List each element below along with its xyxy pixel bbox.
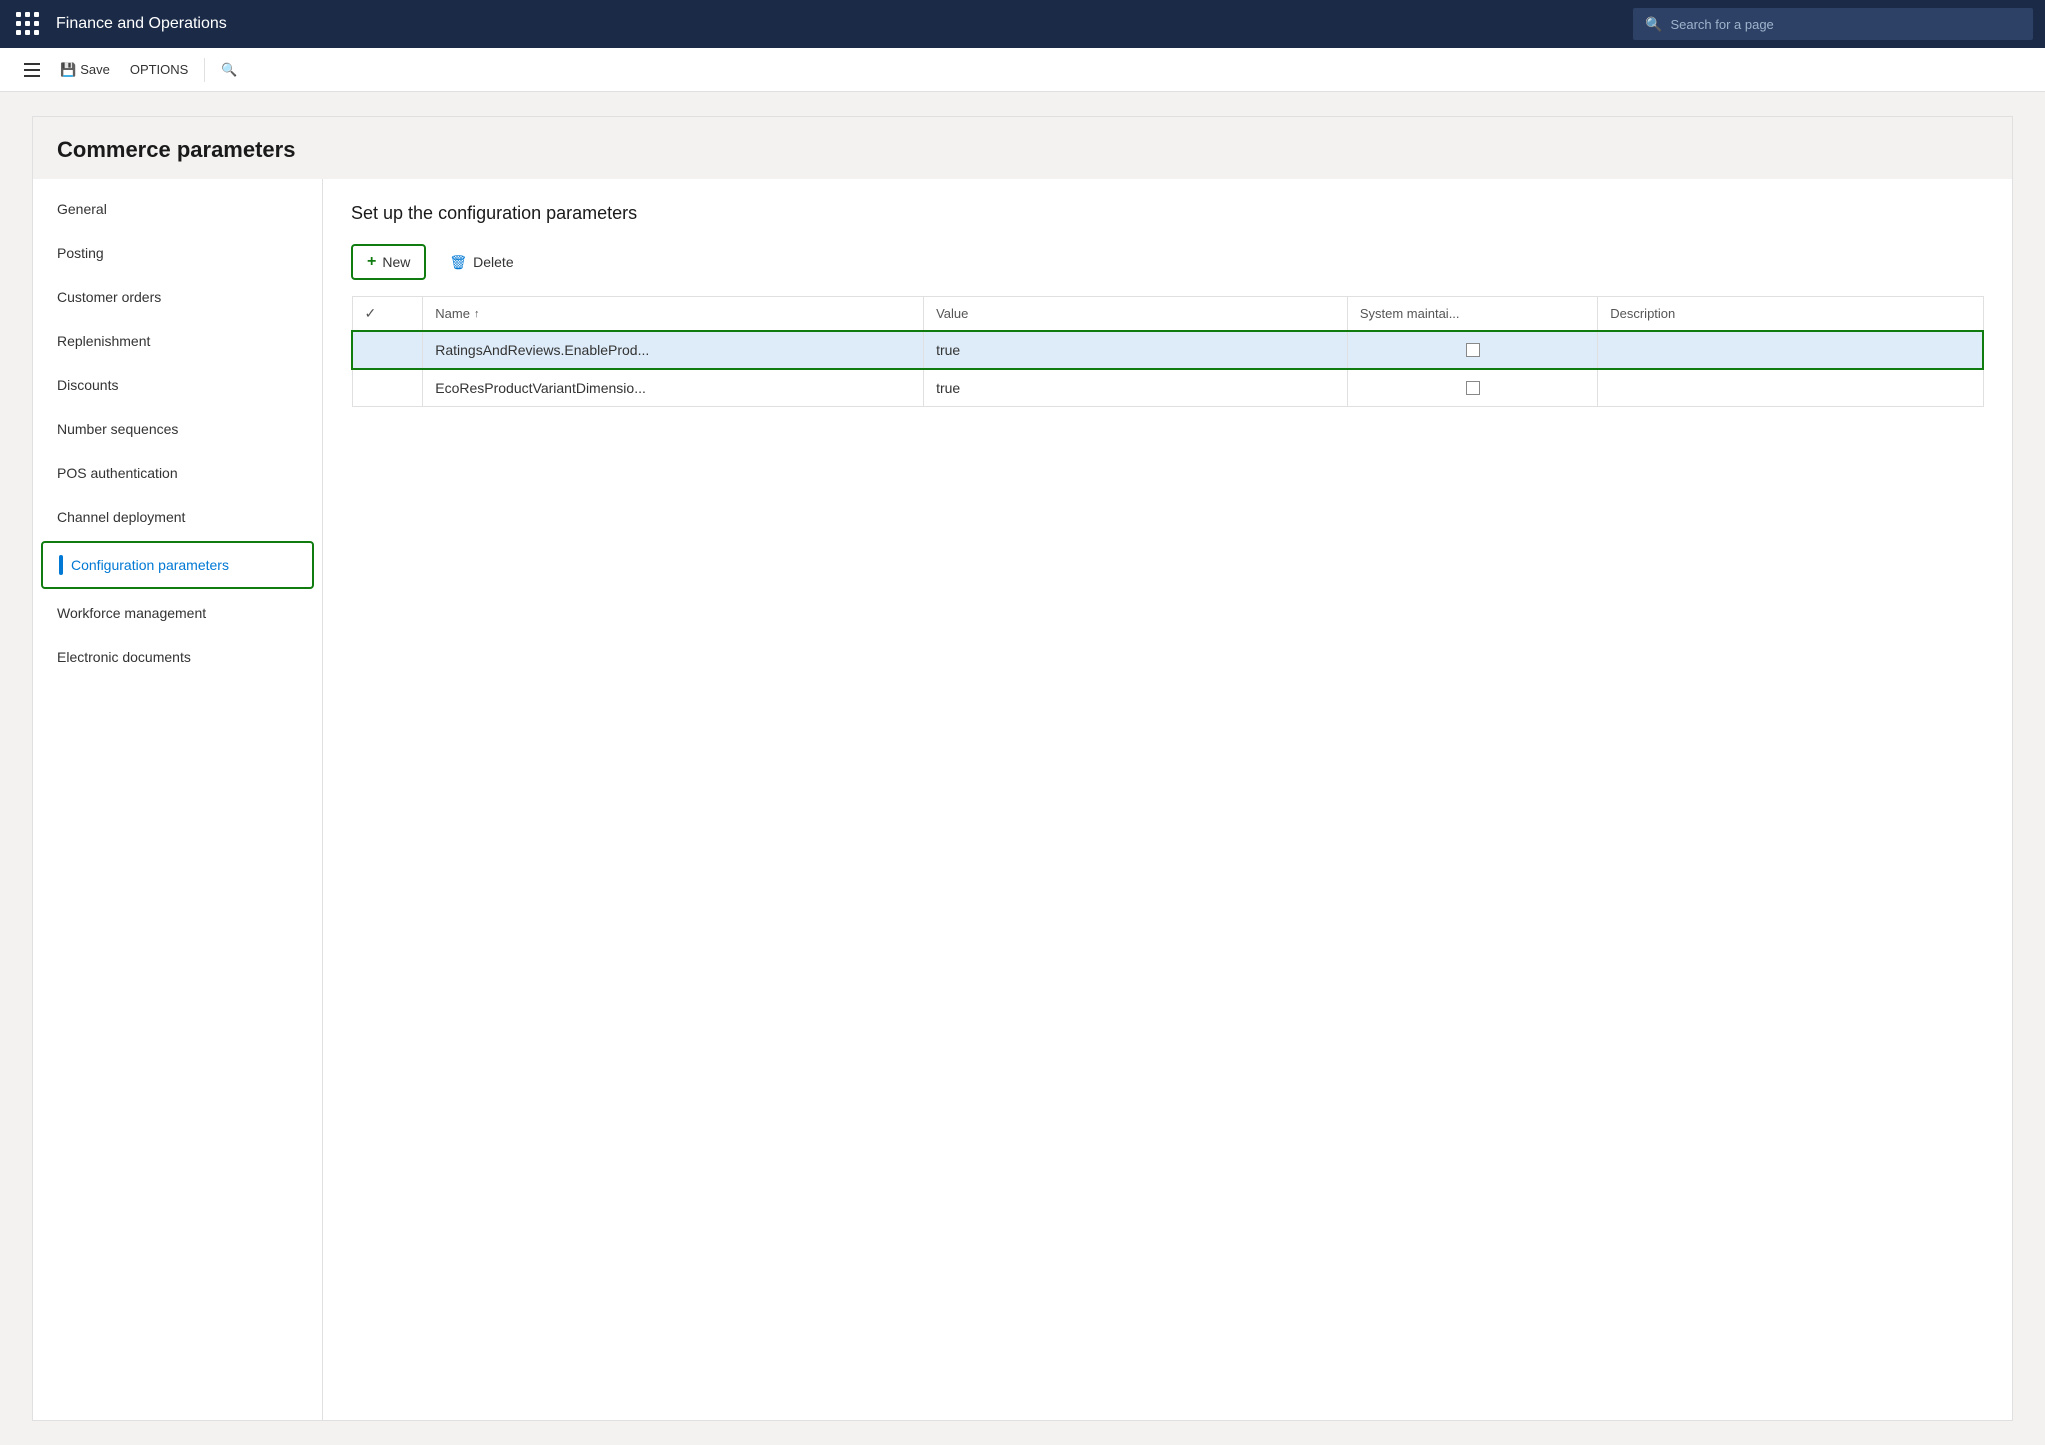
row-value-cell: true [924,331,1348,369]
row-check-cell[interactable] [352,369,423,407]
menu-hamburger-button[interactable] [16,55,48,85]
row-check-cell[interactable] [352,331,423,369]
row-name-cell: RatingsAndReviews.EnableProd... [423,331,924,369]
col-header-sysmaint[interactable]: System maintai... [1347,297,1597,332]
page-title: Commerce parameters [57,137,1988,163]
save-button[interactable]: 💾 Save [52,56,118,84]
row-description-cell [1598,331,1983,369]
row-sysmaint-cell[interactable] [1347,369,1597,407]
sidebar-item-configuration-parameters[interactable]: Configuration parameters [41,541,314,589]
configuration-table: ✓ Name ↑ Value [351,296,1984,407]
content-area: General Posting Customer orders Replenis… [33,179,2012,1420]
col-header-description[interactable]: Description [1598,297,1983,332]
sidebar-item-number-sequences[interactable]: Number sequences [33,407,322,451]
page-wrapper: Commerce parameters General Posting Cust… [32,116,2013,1421]
col-header-value[interactable]: Value [924,297,1348,332]
row-name-cell: EcoResProductVariantDimensio... [423,369,924,407]
top-navbar: Finance and Operations 🔍 [0,0,2045,48]
sidebar-item-customer-orders[interactable]: Customer orders [33,275,322,319]
delete-button[interactable]: 🗑 Delete [434,244,528,280]
sidebar-item-general[interactable]: General [33,187,322,231]
toolbar-search-button[interactable]: 🔍 [213,56,245,84]
row-sysmaint-cell[interactable] [1347,331,1597,369]
sort-asc-icon: ↑ [474,308,480,320]
sidebar-item-replenishment[interactable]: Replenishment [33,319,322,363]
sysmaint-checkbox[interactable] [1466,381,1480,395]
plus-icon: + [367,253,376,271]
save-icon: 💾 [60,62,76,78]
options-button[interactable]: OPTIONS [122,56,197,83]
active-indicator [59,555,63,575]
main-container: Commerce parameters General Posting Cust… [0,92,2045,1445]
table-row[interactable]: EcoResProductVariantDimensio... true [352,369,1983,407]
row-value-cell: true [924,369,1348,407]
action-bar: + New 🗑 Delete [351,244,1984,280]
search-input[interactable] [1670,17,2021,32]
sidebar-item-posting[interactable]: Posting [33,231,322,275]
sidebar-item-pos-authentication[interactable]: POS authentication [33,451,322,495]
search-icon-toolbar: 🔍 [221,62,237,78]
toolbar-divider [204,58,205,82]
checkmark-icon: ✓ [365,305,377,321]
col-header-name[interactable]: Name ↑ [423,297,924,332]
col-header-check: ✓ [352,297,423,332]
section-title: Set up the configuration parameters [351,203,1984,224]
page-title-bar: Commerce parameters [33,117,2012,179]
sidebar-item-electronic-documents[interactable]: Electronic documents [33,635,322,679]
sidebar-item-discounts[interactable]: Discounts [33,363,322,407]
new-button[interactable]: + New [351,244,426,280]
table-row[interactable]: RatingsAndReviews.EnableProd... true [352,331,1983,369]
app-grid-icon[interactable] [12,8,44,40]
trash-icon: 🗑 [449,254,467,271]
sidebar-item-workforce-management[interactable]: Workforce management [33,591,322,635]
sidebar: General Posting Customer orders Replenis… [33,179,323,1420]
sidebar-item-channel-deployment[interactable]: Channel deployment [33,495,322,539]
app-title: Finance and Operations [56,15,1621,33]
search-icon: 🔍 [1645,16,1662,33]
sysmaint-checkbox[interactable] [1466,343,1480,357]
row-description-cell [1598,369,1983,407]
main-content-panel: Set up the configuration parameters + Ne… [323,179,2012,1420]
global-search-box[interactable]: 🔍 [1633,8,2033,40]
secondary-toolbar: 💾 Save OPTIONS 🔍 [0,48,2045,92]
